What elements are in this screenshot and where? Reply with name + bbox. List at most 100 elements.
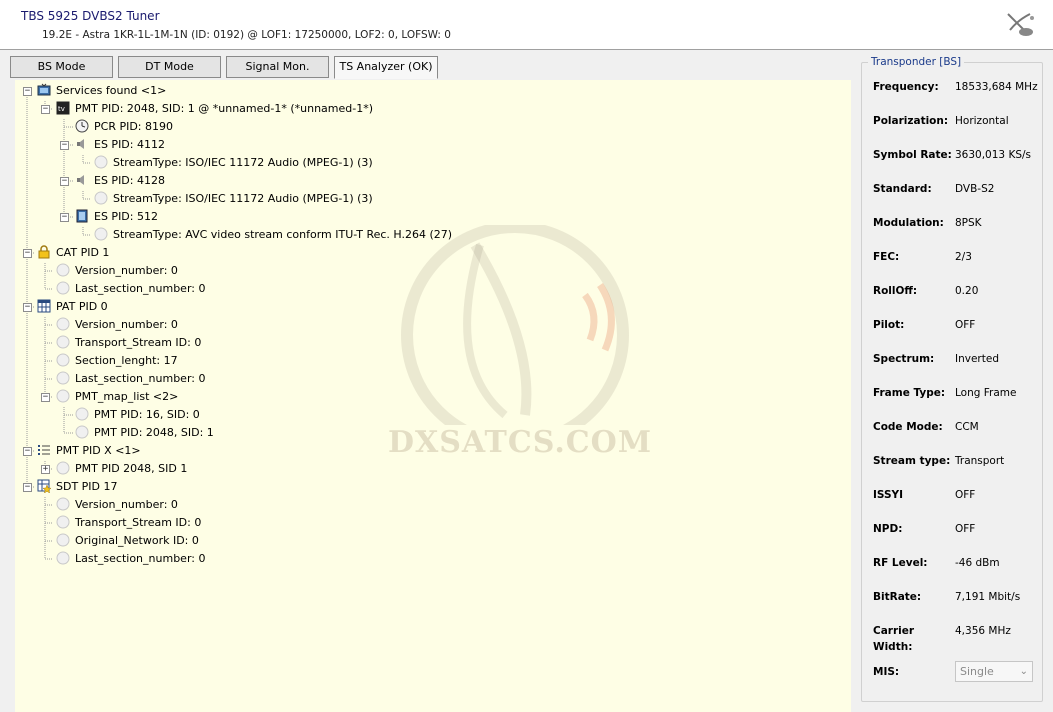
- mis-select-value: Single: [960, 665, 994, 678]
- tree-node-last-section-number[interactable]: Last_section_number: 0: [56, 280, 205, 298]
- tree-node-pmt-pid-x[interactable]: PMT PID X <1>: [37, 442, 141, 460]
- tree-node-label: StreamType: ISO/IEC 11172 Audio (MPEG-1)…: [113, 156, 373, 169]
- circle-icon: [56, 317, 70, 331]
- tree-node-pmt-map-list[interactable]: PMT_map_list <2>: [56, 388, 178, 406]
- circle-icon: [56, 533, 70, 547]
- tree-node-streamtype-video[interactable]: StreamType: AVC video stream conform ITU…: [94, 226, 452, 244]
- mis-select[interactable]: Single ⌄: [955, 661, 1033, 682]
- tree-node-label: PMT PID X <1>: [56, 444, 141, 457]
- tree-node-label: ES PID: 512: [94, 210, 158, 223]
- tab-bs-mode[interactable]: BS Mode: [10, 56, 113, 78]
- app-title: TBS 5925 DVBS2 Tuner: [21, 9, 160, 23]
- tab-ts-analyzer[interactable]: TS Analyzer (OK): [334, 56, 438, 79]
- tree-node-label: Transport_Stream ID: 0: [75, 516, 202, 529]
- tv-folder-icon: [37, 83, 51, 96]
- tree-node-label: Version_number: 0: [75, 318, 178, 331]
- circle-icon: [56, 389, 70, 403]
- prop-label: RF Level:: [873, 557, 928, 569]
- transponder-title: Transponder [BS]: [868, 56, 965, 68]
- tree-node-section-length[interactable]: Section_lenght: 17: [56, 352, 178, 370]
- prop-label: NPD:: [873, 523, 903, 535]
- tree-node-label: Last_section_number: 0: [75, 372, 206, 385]
- tree-node-es-pid-4112[interactable]: ES PID: 4112: [75, 136, 165, 154]
- circle-icon: [75, 407, 89, 421]
- circle-icon: [56, 461, 70, 475]
- prop-label: Pilot:: [873, 319, 905, 331]
- tree-node-last-section-number[interactable]: Last_section_number: 0: [56, 370, 205, 388]
- star-table-icon: [37, 479, 51, 493]
- expander-sdt[interactable]: −: [23, 483, 32, 492]
- svg-text:tv: tv: [58, 105, 65, 113]
- circle-icon: [56, 335, 70, 349]
- tree-node-services-found[interactable]: Services found <1>: [37, 82, 166, 100]
- tree-node-label: Version_number: 0: [75, 498, 178, 511]
- tree-node-pat-pid[interactable]: PAT PID 0: [37, 298, 108, 316]
- tree-node-pmt-pid-16[interactable]: PMT PID: 16, SID: 0: [75, 406, 200, 424]
- prop-label: Carrier Width:: [873, 625, 915, 653]
- speaker-icon: [77, 175, 84, 185]
- ts-tree-view[interactable]: DXSATCS.COM − − − − − − − − − + − Servic…: [15, 80, 851, 712]
- prop-label: BitRate:: [873, 591, 922, 603]
- tab-dt-mode[interactable]: DT Mode: [118, 56, 221, 78]
- prop-label: Standard:: [873, 183, 932, 195]
- prop-value: 0.20: [955, 285, 979, 297]
- tree-node-label: PCR PID: 8190: [94, 120, 173, 133]
- speaker-icon: [77, 139, 84, 149]
- expander-es-4112[interactable]: −: [60, 141, 69, 150]
- tree-node-version-number[interactable]: Version_number: 0: [56, 496, 178, 514]
- tree-node-label: ES PID: 4128: [94, 174, 165, 187]
- tree-node-transport-stream-id[interactable]: Transport_Stream ID: 0: [56, 334, 201, 352]
- circle-icon: [94, 155, 108, 169]
- tree-node-pmt-service[interactable]: tv PMT PID: 2048, SID: 1 @ *unnamed-1* (*…: [56, 100, 373, 118]
- expander-es-4128[interactable]: −: [60, 177, 69, 186]
- tree-node-transport-stream-id[interactable]: Transport_Stream ID: 0: [56, 514, 201, 532]
- prop-label: Frequency:: [873, 81, 939, 93]
- tree-node-pcr-pid[interactable]: PCR PID: 8190: [75, 118, 173, 136]
- tree-node-last-section-number[interactable]: Last_section_number: 0: [56, 550, 205, 568]
- prop-value: 2/3: [955, 251, 972, 263]
- prop-value: Long Frame: [955, 387, 1017, 399]
- prop-label: Stream type:: [873, 455, 951, 467]
- prop-value: Inverted: [955, 353, 999, 365]
- tree-node-label: Transport_Stream ID: 0: [75, 336, 202, 349]
- tv-icon: tv: [56, 101, 70, 115]
- tab-signal-mon[interactable]: Signal Mon.: [226, 56, 329, 78]
- tree-node-version-number[interactable]: Version_number: 0: [56, 262, 178, 280]
- tree-node-es-pid-4128[interactable]: ES PID: 4128: [75, 172, 165, 190]
- expander-pmt-pid-x[interactable]: −: [23, 447, 32, 456]
- circle-icon: [94, 227, 108, 241]
- tree-node-label: StreamType: ISO/IEC 11172 Audio (MPEG-1)…: [113, 192, 373, 205]
- tree-node-label: Version_number: 0: [75, 264, 178, 277]
- tree-node-pmt-pid-2048-sid-1[interactable]: PMT PID 2048, SID 1: [56, 460, 187, 478]
- prop-label: Symbol Rate:: [873, 149, 952, 161]
- expander-pmt-pid-2048[interactable]: +: [41, 465, 50, 474]
- tree-node-label: StreamType: AVC video stream conform ITU…: [113, 228, 453, 241]
- tree-node-es-pid-512[interactable]: ES PID: 512: [75, 208, 158, 226]
- prop-value: OFF: [955, 489, 976, 501]
- prop-label: Spectrum:: [873, 353, 935, 365]
- expander-services[interactable]: −: [23, 87, 32, 96]
- prop-value: 7,191 Mbit/s: [955, 591, 1021, 603]
- expander-pmt[interactable]: −: [41, 105, 50, 114]
- expander-pat[interactable]: −: [23, 303, 32, 312]
- tree-node-streamtype-audio[interactable]: StreamType: ISO/IEC 11172 Audio (MPEG-1)…: [94, 154, 373, 172]
- prop-label: ISSYI: [873, 489, 904, 501]
- expander-es-512[interactable]: −: [60, 213, 69, 222]
- circle-icon: [56, 281, 70, 295]
- tree-node-original-network-id[interactable]: Original_Network ID: 0: [56, 532, 199, 550]
- tree-node-label: Services found <1>: [56, 84, 167, 97]
- lock-icon: [38, 245, 50, 259]
- film-icon: [76, 209, 88, 223]
- circle-icon: [56, 551, 70, 565]
- circle-icon: [56, 371, 70, 385]
- tree-node-sdt-pid[interactable]: SDT PID 17: [37, 478, 118, 496]
- tree-node-label: Section_lenght: 17: [75, 354, 178, 367]
- expander-pmt-map-list[interactable]: −: [41, 393, 50, 402]
- tree-node-version-number[interactable]: Version_number: 0: [56, 316, 178, 334]
- prop-label: RollOff:: [873, 285, 918, 297]
- expander-cat[interactable]: −: [23, 249, 32, 258]
- tree-node-cat-pid[interactable]: CAT PID 1: [37, 244, 109, 262]
- tree-node-pmt-pid-2048[interactable]: PMT PID: 2048, SID: 1: [75, 424, 214, 442]
- tree-node-streamtype-audio[interactable]: StreamType: ISO/IEC 11172 Audio (MPEG-1)…: [94, 190, 373, 208]
- tree-node-label: Original_Network ID: 0: [75, 534, 199, 547]
